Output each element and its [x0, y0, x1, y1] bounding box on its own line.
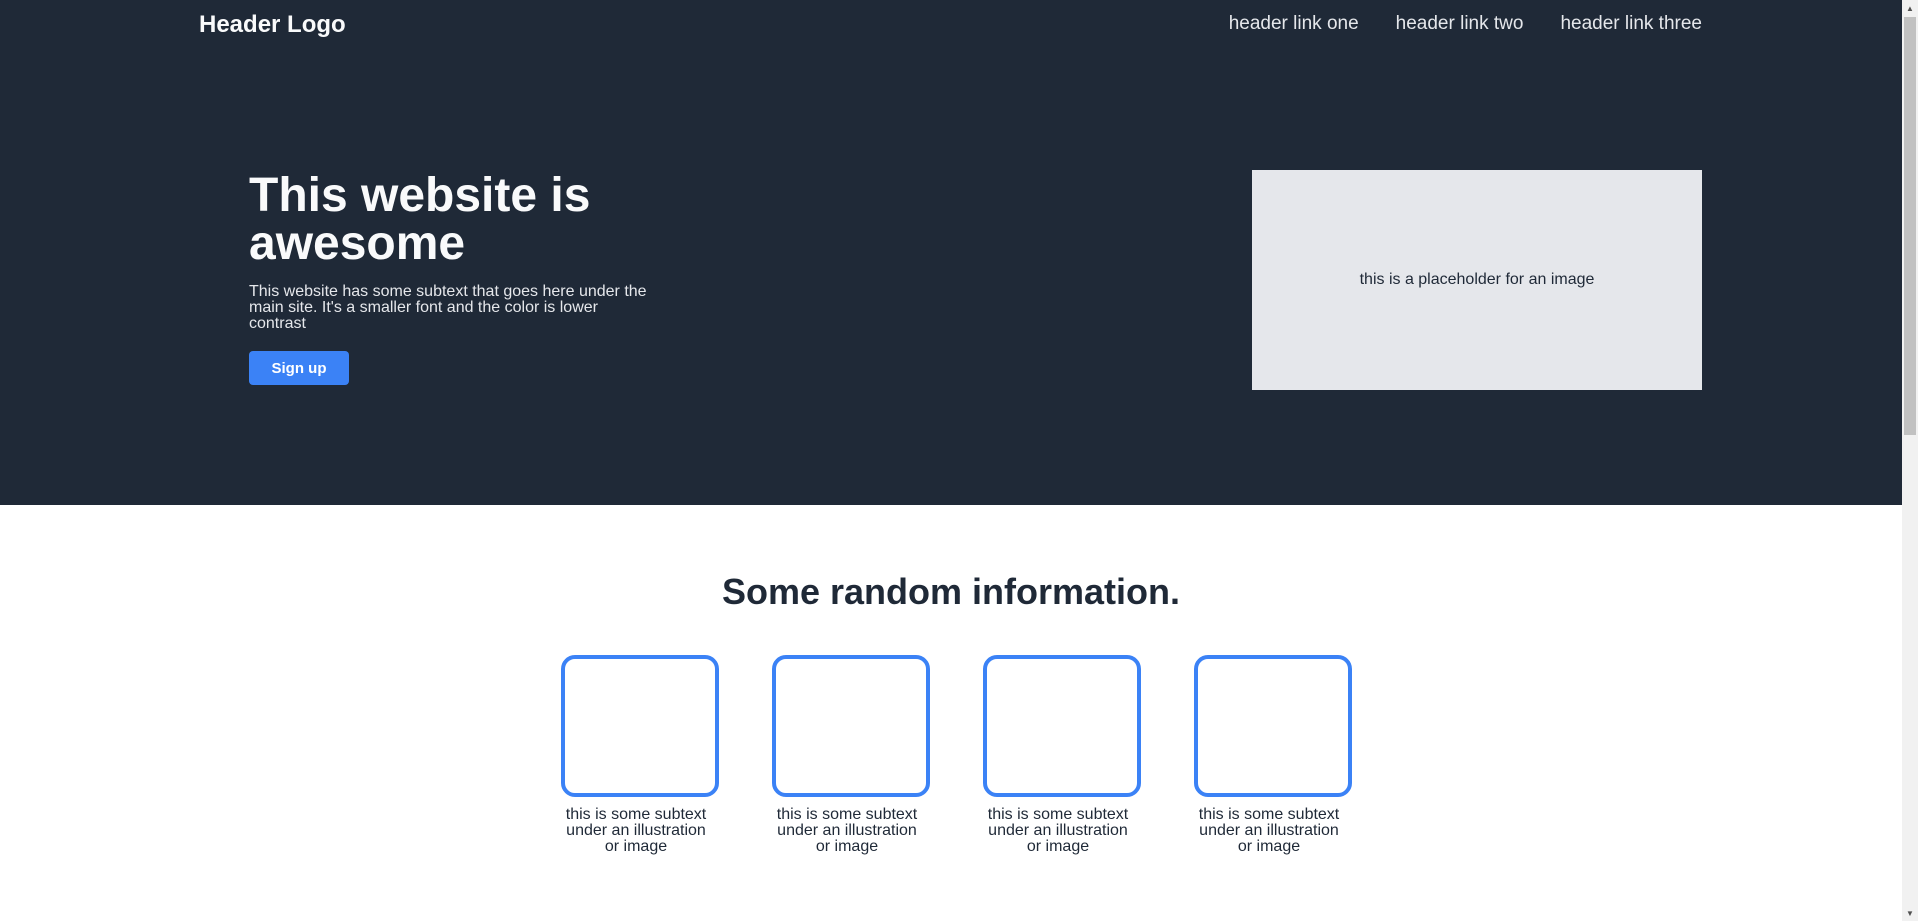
header-logo[interactable]: Header Logo [199, 10, 346, 40]
info-card: this is some subtext under an illustrati… [1194, 655, 1352, 855]
scrollbar-thumb[interactable] [1904, 17, 1916, 435]
header-link-one[interactable]: header link one [1229, 12, 1359, 36]
info-card: this is some subtext under an illustrati… [983, 655, 1141, 855]
card-subtext: this is some subtext under an illustrati… [776, 806, 918, 855]
info-card: this is some subtext under an illustrati… [772, 655, 930, 855]
card-subtext: this is some subtext under an illustrati… [1198, 806, 1340, 855]
page: Header Logo header link one header link … [0, 0, 1902, 921]
hero-title: This website is awesome [249, 169, 591, 270]
hero-subtext: This website has some subtext that goes … [249, 283, 647, 332]
scroll-down-arrow-icon[interactable]: ▼ [1902, 905, 1918, 921]
card-illustration-placeholder [983, 655, 1141, 797]
sign-up-button[interactable]: Sign up [249, 351, 349, 385]
card-illustration-placeholder [1194, 655, 1352, 797]
info-cards: this is some subtext under an illustrati… [561, 655, 1352, 855]
vertical-scrollbar[interactable]: ▲ ▼ [1902, 0, 1918, 921]
card-subtext: this is some subtext under an illustrati… [565, 806, 707, 855]
card-subtext: this is some subtext under an illustrati… [987, 806, 1129, 855]
card-illustration-placeholder [772, 655, 930, 797]
header-nav: header link one header link two header l… [1229, 12, 1702, 36]
card-illustration-placeholder [561, 655, 719, 797]
header-link-two[interactable]: header link two [1396, 12, 1524, 36]
scroll-up-arrow-icon[interactable]: ▲ [1902, 0, 1918, 16]
image-placeholder-text: this is a placeholder for an image [1359, 271, 1595, 288]
info-section-title: Some random information. [721, 570, 1181, 612]
header-link-three[interactable]: header link three [1560, 12, 1702, 36]
hero-image-placeholder: this is a placeholder for an image [1252, 170, 1702, 390]
hero-text-block: This website is awesome This website has… [249, 172, 659, 332]
hero-section: Header Logo header link one header link … [0, 0, 1902, 505]
info-card: this is some subtext under an illustrati… [561, 655, 719, 855]
browser-viewport: Header Logo header link one header link … [0, 0, 1918, 921]
